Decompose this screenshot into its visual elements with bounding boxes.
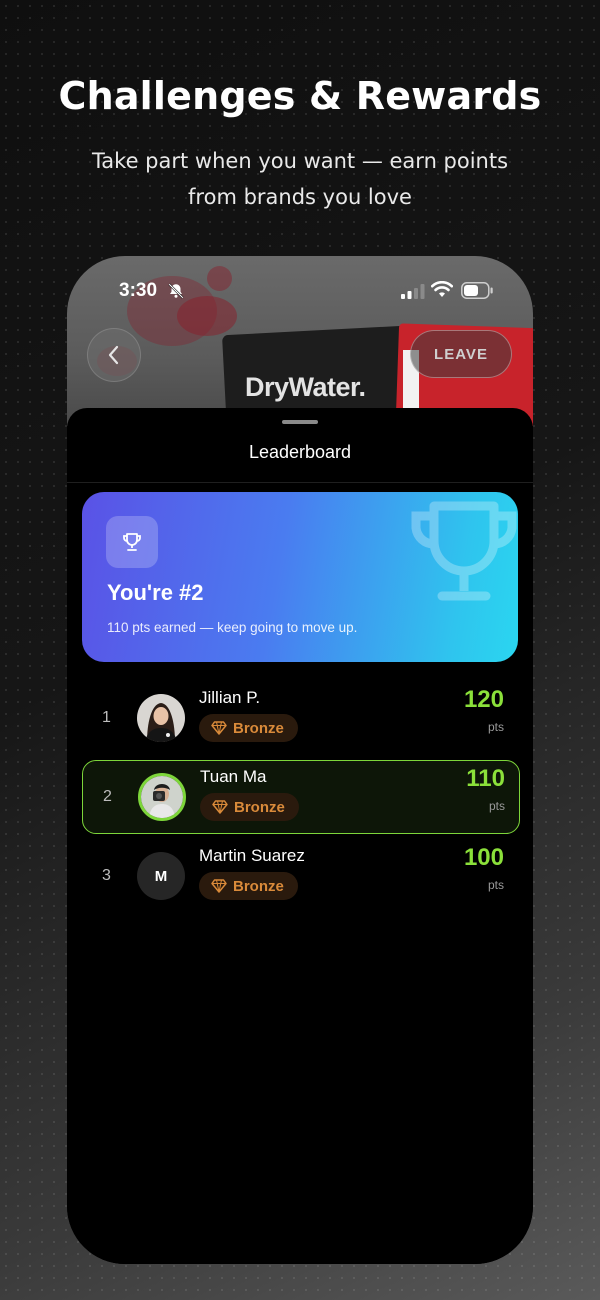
tier-label: Bronze bbox=[234, 798, 285, 816]
tier-badge: Bronze bbox=[199, 872, 298, 900]
divider bbox=[67, 482, 533, 483]
points-unit: pts bbox=[487, 878, 504, 892]
battery-icon bbox=[461, 282, 493, 299]
player-name: Tuan Ma bbox=[200, 767, 267, 786]
signal-icon bbox=[401, 284, 425, 299]
points-value: 120 bbox=[463, 686, 504, 713]
hero-subtitle: Take part when you want — earn points fr… bbox=[91, 149, 509, 209]
leaderboard-row[interactable]: 1 Jillian P. Bronze 120 pts bbox=[82, 682, 518, 754]
phone-frame: DryWater. 3:30 LEAVE Leaderboard You're … bbox=[67, 256, 533, 1264]
wifi-icon bbox=[431, 281, 453, 297]
rank-number: 1 bbox=[102, 709, 111, 726]
leave-button[interactable]: LEAVE bbox=[410, 330, 512, 378]
avatar: M bbox=[137, 852, 185, 900]
avatar bbox=[137, 694, 185, 742]
player-name: Martin Suarez bbox=[199, 846, 305, 865]
rank-summary-card: You're #2 110 pts earned — keep going to… bbox=[82, 492, 518, 662]
sheet-title: Leaderboard bbox=[248, 442, 352, 462]
hero-title: Challenges & Rewards bbox=[58, 74, 542, 118]
rank-subtitle: 110 pts earned — keep going to move up. bbox=[107, 620, 358, 635]
status-bar: 3:30 bbox=[67, 256, 533, 326]
status-time: 3:30 bbox=[119, 280, 158, 301]
trophy-icon bbox=[411, 501, 517, 601]
rank-number: 2 bbox=[103, 788, 112, 805]
tier-label: Bronze bbox=[233, 719, 284, 737]
diamond-icon bbox=[212, 800, 228, 814]
tier-badge: Bronze bbox=[200, 793, 299, 821]
back-button[interactable] bbox=[87, 328, 141, 382]
rank-number: 3 bbox=[102, 867, 111, 884]
avatar bbox=[138, 773, 186, 821]
bell-muted-icon bbox=[168, 283, 184, 299]
leaderboard-row[interactable]: 3 M Martin Suarez Bronze 100 pts bbox=[82, 840, 518, 912]
diamond-icon bbox=[211, 721, 227, 735]
trophy-badge bbox=[106, 516, 158, 568]
trophy-icon bbox=[123, 533, 141, 551]
chevron-left-icon bbox=[108, 345, 119, 365]
brand-logo-text: DryWater. bbox=[245, 372, 366, 402]
tier-badge: Bronze bbox=[199, 714, 298, 742]
leaderboard-sheet: Leaderboard You're #2 110 pts earned — k… bbox=[67, 408, 533, 1264]
points-unit: pts bbox=[488, 799, 505, 813]
diamond-icon bbox=[211, 879, 227, 893]
points-unit: pts bbox=[487, 720, 504, 734]
points-value: 100 bbox=[463, 844, 504, 871]
player-name: Jillian P. bbox=[199, 688, 261, 707]
rank-title: You're #2 bbox=[107, 580, 204, 605]
sheet-grabber[interactable] bbox=[282, 420, 318, 424]
tier-label: Bronze bbox=[233, 877, 284, 895]
points-value: 110 bbox=[466, 765, 505, 792]
leaderboard-row-current-user[interactable]: 2 Tuan Ma Bronze 110 pts bbox=[82, 760, 520, 834]
